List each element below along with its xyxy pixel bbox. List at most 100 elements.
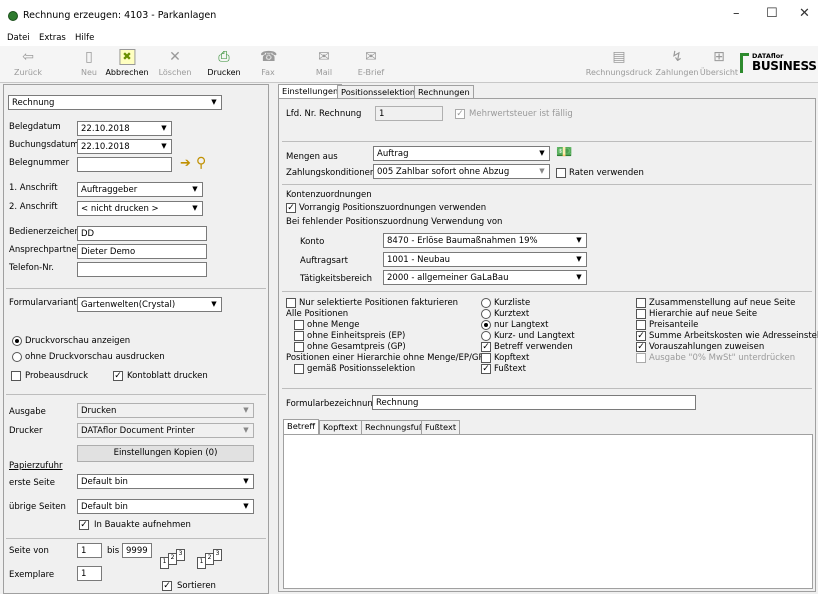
option-label-col1-1: Alle Positionen — [286, 309, 349, 319]
maximize-button[interactable]: ☐ — [766, 6, 778, 21]
taetigkeit-select[interactable]: 2000 - allgemeiner GaLaBau ▼ — [383, 270, 587, 285]
seite-von-label: Seite von — [9, 546, 49, 556]
fax-button[interactable]: ☎ Fax — [260, 49, 277, 77]
chevron-down-icon: ▼ — [572, 271, 586, 284]
belegnummer-field[interactable] — [77, 157, 172, 172]
mengen-label: Mengen aus — [286, 152, 338, 162]
option-radio-col2-3[interactable] — [481, 331, 491, 341]
subtab-fusstext[interactable]: Fußtext — [421, 420, 461, 434]
auftragsart-label: Auftragsart — [300, 256, 348, 266]
option-label-col3-0: Zusammenstellung auf neue Seite — [649, 298, 796, 308]
chevron-down-icon: ▼ — [157, 122, 171, 135]
buchungsdatum-field[interactable]: 22.10.2018 ▼ — [77, 139, 172, 154]
option-radio-col2-2[interactable] — [481, 320, 491, 330]
druckvorschau-radio[interactable] — [12, 336, 22, 346]
kopien-button[interactable]: Einstellungen Kopien (0) — [77, 445, 254, 462]
option-checkbox-col1-4[interactable] — [294, 342, 304, 352]
option-checkbox-col2-5[interactable] — [481, 353, 491, 363]
raten-checkbox[interactable] — [556, 168, 566, 178]
bauakte-checkbox[interactable]: ✓ — [79, 520, 89, 530]
menu-hilfe[interactable]: Hilfe — [75, 33, 94, 43]
anschrift2-select[interactable]: < nicht drucken > ▼ — [77, 201, 203, 216]
option-checkbox-col1-0[interactable] — [286, 298, 296, 308]
new-button[interactable]: ▯ Neu — [81, 49, 97, 77]
tab-rechnungen[interactable]: Rechnungen — [414, 85, 474, 99]
betreff-text-area[interactable] — [283, 434, 813, 589]
divider — [6, 394, 266, 395]
option-label-col1-4: ohne Gesamtpreis (GP) — [307, 342, 406, 352]
zahlungen-button[interactable]: ↯ Zahlungen — [656, 49, 699, 77]
ohne-druckvorschau-radio[interactable] — [12, 352, 22, 362]
new-document-icon: ▯ — [85, 49, 93, 65]
option-checkbox-col1-3[interactable] — [294, 331, 304, 341]
erste-seite-select[interactable]: Default bin ▼ — [77, 474, 254, 489]
option-checkbox-col2-6[interactable]: ✓ — [481, 364, 491, 374]
menu-extras[interactable]: Extras — [39, 33, 66, 43]
drucker-select[interactable]: DATAflor Document Printer ▼ — [77, 423, 254, 438]
konto-select[interactable]: 8470 - Erlöse Baumaßnahmen 19% ▼ — [383, 233, 587, 248]
option-checkbox-col3-3[interactable]: ✓ — [636, 331, 646, 341]
raten-label: Raten verwenden — [569, 168, 644, 178]
search-number-icon[interactable]: ⚲ — [196, 155, 206, 171]
option-label-col3-3: Summe Arbeitskosten wie Adresseinstellun… — [649, 331, 818, 341]
vorrangig-checkbox[interactable]: ✓ — [286, 203, 296, 213]
arrow-right-icon[interactable]: ➔ — [180, 156, 191, 171]
probeausdruck-checkbox[interactable] — [11, 371, 21, 381]
formularvariante-select[interactable]: Gartenwelten(Crystal) ▼ — [77, 297, 222, 312]
option-checkbox-col1-6[interactable] — [294, 364, 304, 374]
back-arrow-icon: ⇦ — [22, 49, 34, 65]
uebersicht-button[interactable]: ⊞ Übersicht — [700, 49, 738, 77]
tab-einstellungen[interactable]: Einstellungen — [278, 84, 343, 99]
option-checkbox-col3-4[interactable]: ✓ — [636, 342, 646, 352]
bearbeiter-field[interactable]: DD — [77, 226, 207, 241]
option-checkbox-col1-2[interactable] — [294, 320, 304, 330]
subtab-betreff[interactable]: Betreff — [283, 419, 320, 434]
back-button[interactable]: ⇦ Zurück — [14, 49, 42, 77]
delete-button[interactable]: ✕ Löschen — [159, 49, 192, 77]
logo-mark-icon — [740, 53, 749, 73]
mail-button[interactable]: ✉ Mail — [316, 49, 332, 77]
belegdatum-field[interactable]: 22.10.2018 ▼ — [77, 121, 172, 136]
menu-datei[interactable]: Datei — [7, 33, 30, 43]
bis-field[interactable]: 9999 — [122, 543, 152, 558]
overview-icon: ⊞ — [713, 49, 725, 65]
close-button[interactable]: ✕ — [799, 6, 810, 21]
formularbezeichnung-field[interactable]: Rechnung — [372, 395, 696, 410]
sortieren-checkbox[interactable]: ✓ — [162, 581, 172, 591]
option-label-col2-4: Betreff verwenden — [494, 342, 573, 352]
cancel-button[interactable]: ✖ Abbrechen — [105, 49, 149, 77]
minimize-button[interactable]: – — [733, 6, 740, 21]
zahlung-select[interactable]: 005 Zahlbar sofort ohne Abzug ▼ — [373, 164, 550, 179]
mengen-select[interactable]: Auftrag ▼ — [373, 146, 550, 161]
option-checkbox-col3-1[interactable] — [636, 309, 646, 319]
rechnungsdruck-button[interactable]: ▤ Rechnungsdruck — [586, 49, 653, 77]
telefon-field[interactable] — [77, 262, 207, 277]
money-icon[interactable]: 💵 — [556, 145, 572, 160]
print-button[interactable]: ⎙ Drucken — [207, 49, 240, 77]
option-label-col2-0: Kurzliste — [494, 298, 531, 308]
ebrief-button[interactable]: ✉ E-Brief — [358, 49, 384, 77]
exemplare-field[interactable]: 1 — [77, 566, 102, 581]
ansprechpartner-field[interactable]: Dieter Demo — [77, 244, 207, 259]
mail-icon: ✉ — [318, 49, 330, 65]
zahlung-label: Zahlungskonditionen — [286, 168, 376, 178]
formularvariante-label: Formularvariante — [9, 298, 83, 308]
tab-positionsselektion[interactable]: Positionsselektion — [337, 85, 420, 99]
subtab-kopftext[interactable]: Kopftext — [319, 420, 362, 434]
option-radio-col2-1[interactable] — [481, 309, 491, 319]
subtab-rechnungsfuss[interactable]: Rechnungsfuß — [361, 420, 429, 434]
option-label-col3-5: Ausgabe "0% MwSt" unterdrücken — [649, 353, 796, 363]
payments-icon: ↯ — [671, 49, 683, 65]
option-checkbox-col3-0[interactable] — [636, 298, 646, 308]
anschrift1-select[interactable]: Auftraggeber ▼ — [77, 182, 203, 197]
auftragsart-select[interactable]: 1001 - Neubau ▼ — [383, 252, 587, 267]
option-radio-col2-0[interactable] — [481, 298, 491, 308]
option-checkbox-col2-4[interactable]: ✓ — [481, 342, 491, 352]
uebrige-seiten-select[interactable]: Default bin ▼ — [77, 499, 254, 514]
seite-von-field[interactable]: 1 — [77, 543, 102, 558]
ausgabe-select[interactable]: Drucken ▼ — [77, 403, 254, 418]
option-checkbox-col3-2[interactable] — [636, 320, 646, 330]
probeausdruck-label: Probeausdruck — [25, 371, 89, 381]
kontoblatt-checkbox[interactable]: ✓ — [113, 371, 123, 381]
doctype-select[interactable]: Rechnung ▼ — [8, 95, 222, 110]
